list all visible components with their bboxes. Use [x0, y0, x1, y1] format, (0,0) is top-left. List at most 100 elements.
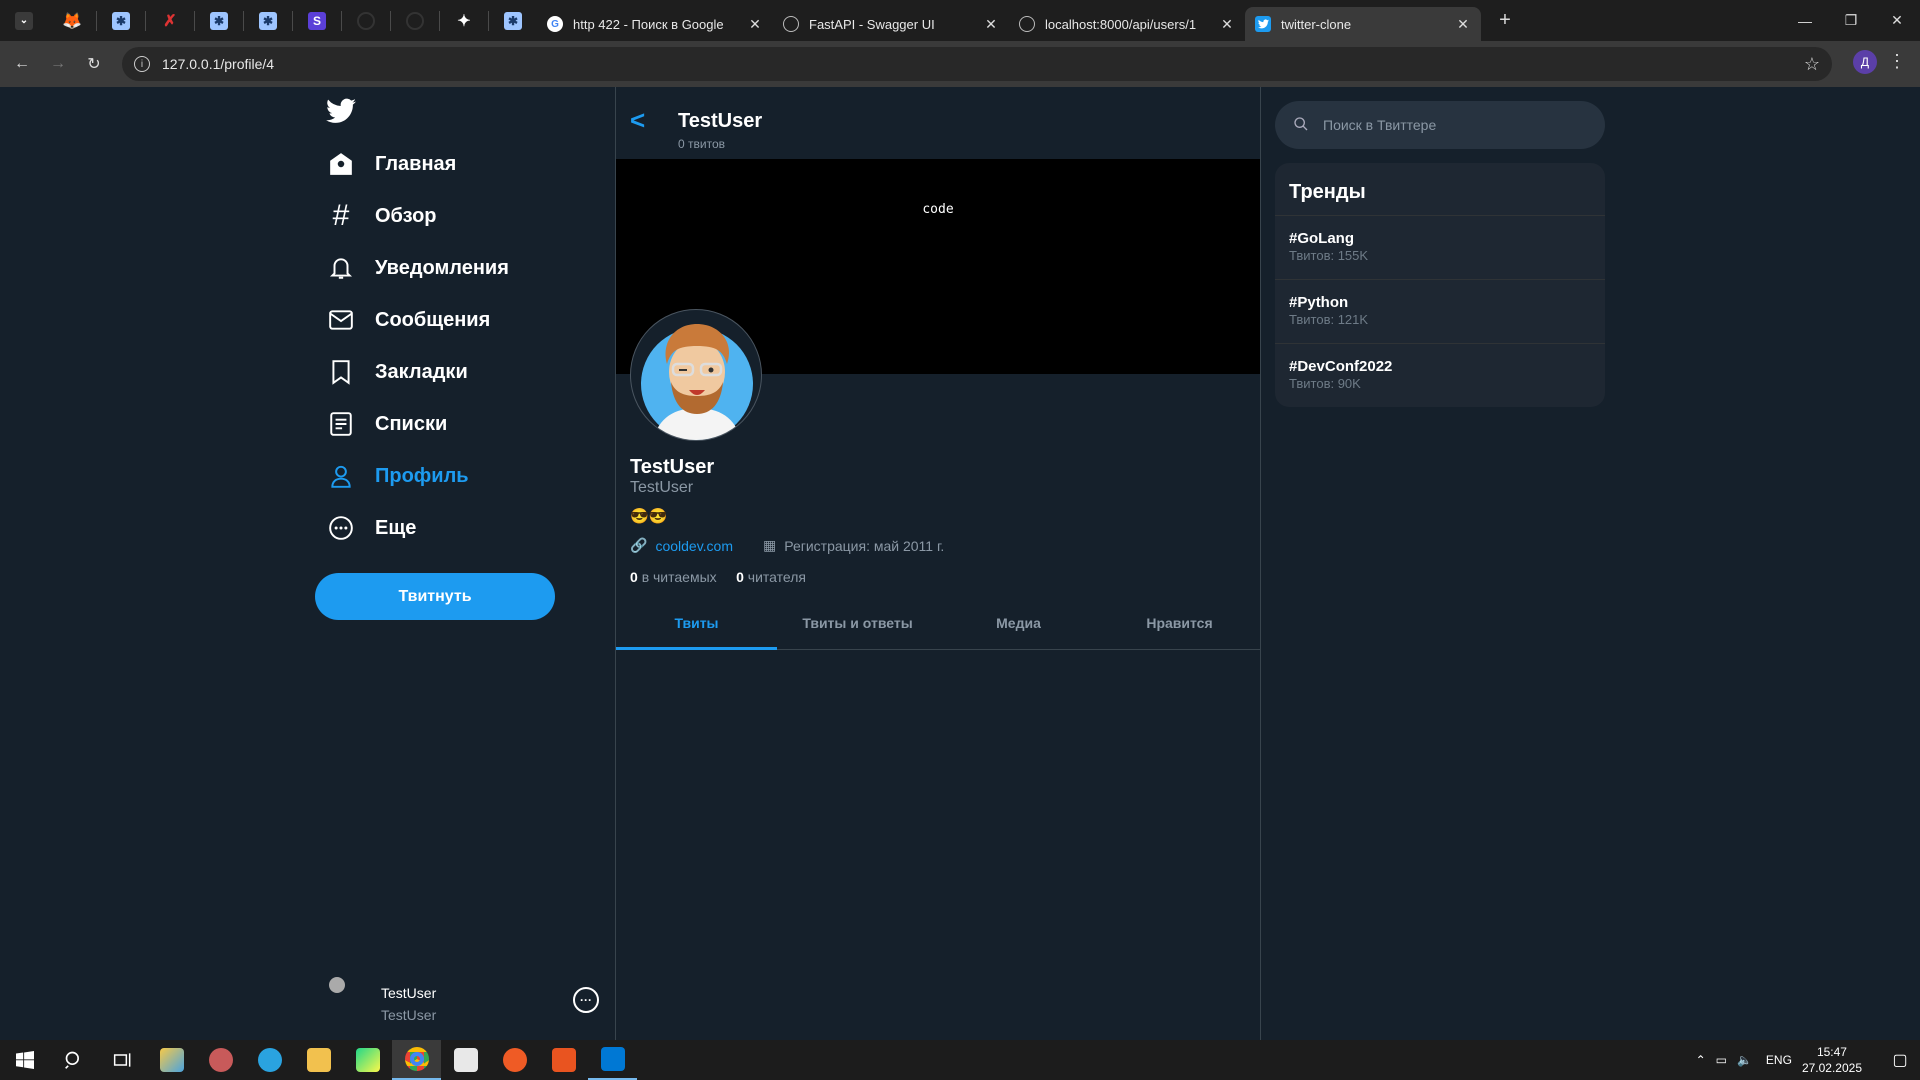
trend-item[interactable]: #DevConf2022 Твитов: 90K — [1275, 343, 1605, 407]
app-icon[interactable]: ✱ — [97, 0, 145, 41]
followers-stat[interactable]: 0 читателя — [736, 569, 806, 585]
ubuntu-icon[interactable] — [539, 1040, 588, 1080]
language-indicator[interactable]: ENG — [1766, 1053, 1792, 1067]
sparkle-icon[interactable]: ✦ — [440, 0, 488, 41]
profile-header: < TestUser 0 твитов — [616, 87, 1260, 159]
mail-icon — [325, 304, 357, 336]
nav-item-profile[interactable]: Профиль — [325, 456, 469, 496]
trends-title: Тренды — [1289, 181, 1366, 203]
windows-start-icon[interactable] — [0, 1040, 49, 1080]
clock-date: 27.02.2025 — [1801, 1061, 1862, 1075]
close-window-icon[interactable]: ✕ — [1874, 0, 1920, 41]
page-title: TestUser — [678, 110, 763, 132]
nav-label: Уведомления — [375, 256, 509, 279]
nav-item-notifications[interactable]: Уведомления — [325, 248, 509, 288]
github-icon[interactable] — [391, 0, 439, 41]
vscode-icon[interactable] — [588, 1040, 637, 1080]
nav-label: Списки — [375, 412, 448, 435]
notification-icon[interactable]: ▢ — [1880, 1050, 1920, 1070]
back-arrow-icon[interactable]: ← — [4, 46, 40, 82]
profile-website-link[interactable]: cooldev.com — [655, 538, 733, 554]
close-icon[interactable]: ✕ — [1455, 16, 1471, 33]
clock-time: 15:47 — [1816, 1045, 1847, 1059]
twitter-logo-icon[interactable] — [326, 97, 356, 125]
volume-icon[interactable]: 🔈 — [1737, 1053, 1752, 1067]
trend-count: Твитов: 90K — [1289, 376, 1361, 391]
task-view-icon[interactable] — [98, 1040, 147, 1080]
trend-item[interactable]: #Python Твитов: 121K — [1275, 279, 1605, 343]
account-switcher[interactable]: TestUser TestUser ··· — [326, 977, 606, 1032]
tab-list-icon[interactable]: ⌄ — [0, 0, 48, 41]
tab-title: twitter-clone — [1281, 16, 1352, 32]
close-icon[interactable]: ✕ — [983, 16, 999, 33]
minimize-icon[interactable]: — — [1782, 0, 1828, 41]
chevron-up-icon[interactable]: ⌃ — [1696, 1053, 1706, 1067]
new-tab-icon[interactable]: + — [1481, 0, 1529, 41]
nav-label: Закладки — [375, 360, 468, 383]
tab-tweets-replies[interactable]: Твиты и ответы — [777, 597, 938, 649]
following-stat[interactable]: 0 в читаемых — [630, 569, 717, 585]
tweet-count: 0 твитов — [678, 137, 725, 151]
avatar-illustration — [641, 324, 753, 440]
github-icon[interactable] — [342, 0, 390, 41]
nav-item-bookmarks[interactable]: Закладки — [325, 352, 468, 392]
profile-meta: 🔗 cooldev.com ▦ Регистрация: май 2011 г. — [630, 537, 944, 554]
s-icon[interactable]: S — [293, 0, 341, 41]
nav-item-lists[interactable]: Списки — [325, 404, 447, 444]
telegram-icon[interactable] — [245, 1040, 294, 1080]
close-icon[interactable]: ✕ — [747, 16, 763, 33]
tab-media[interactable]: Медиа — [938, 597, 1099, 649]
gitlab-icon[interactable]: 🦊 — [48, 0, 96, 41]
postman-icon[interactable] — [490, 1040, 539, 1080]
file-explorer-icon[interactable] — [294, 1040, 343, 1080]
back-arrow-icon[interactable]: < — [630, 105, 645, 136]
more-icon[interactable]: ··· — [573, 987, 599, 1013]
restore-icon[interactable]: ❐ — [1828, 0, 1874, 41]
app-icon[interactable]: ✱ — [489, 0, 537, 41]
browser-tab[interactable]: localhost:8000/api/users/1 ✕ — [1009, 7, 1245, 41]
clock[interactable]: 15:47 27.02.2025 — [1802, 1044, 1862, 1076]
nav-item-explore[interactable]: # Обзор — [325, 196, 437, 236]
reload-icon[interactable]: ↻ — [76, 46, 112, 82]
browser-tab[interactable]: FastAPI - Swagger UI ✕ — [773, 7, 1009, 41]
paint-icon[interactable] — [147, 1040, 196, 1080]
app-icon[interactable]: ✱ — [244, 0, 292, 41]
search-input[interactable]: Поиск в Твиттере — [1275, 101, 1605, 149]
close-icon[interactable]: ✕ — [1219, 16, 1235, 33]
chrome-icon[interactable] — [392, 1040, 441, 1080]
network-icon[interactable]: ▭ — [1716, 1053, 1727, 1067]
nav-label: Еще — [375, 516, 417, 539]
app-icon[interactable] — [441, 1040, 490, 1080]
app-icon[interactable] — [196, 1040, 245, 1080]
url-text: 127.0.0.1/profile/4 — [162, 56, 275, 72]
browser-tab-active[interactable]: twitter-clone ✕ — [1245, 7, 1481, 41]
window-controls: — ❐ ✕ — [1782, 0, 1920, 41]
trend-tag: #GoLang — [1289, 230, 1355, 247]
profile-avatar[interactable] — [630, 309, 762, 441]
profile-bio: 😎😎 — [630, 508, 668, 525]
site-info-icon[interactable]: i — [134, 56, 150, 72]
right-sidebar: Поиск в Твиттере Тренды #GoLang Твитов: … — [1261, 87, 1920, 1040]
search-placeholder: Поиск в Твиттере — [1323, 117, 1437, 133]
search-icon[interactable] — [49, 1040, 98, 1080]
browser-profile-avatar[interactable]: Д — [1853, 50, 1877, 74]
url-field[interactable]: i 127.0.0.1/profile/4 ☆ — [122, 47, 1832, 81]
browser-tab[interactable]: G http 422 - Поиск в Google ✕ — [537, 7, 773, 41]
tweet-button[interactable]: Твитнуть — [315, 573, 555, 620]
nav-label: Обзор — [375, 204, 437, 227]
profile-name: TestUser — [630, 456, 715, 478]
nav-item-messages[interactable]: Сообщения — [325, 300, 490, 340]
pycharm-icon[interactable] — [343, 1040, 392, 1080]
bookmark-star-icon[interactable]: ☆ — [1804, 54, 1820, 75]
app-icon[interactable]: ✱ — [195, 0, 243, 41]
x-icon[interactable]: ✗ — [146, 0, 194, 41]
forward-arrow-icon[interactable]: → — [40, 46, 76, 82]
browser-menu-icon[interactable]: ⋮ — [1888, 51, 1906, 72]
profile-tabs: Твиты Твиты и ответы Медиа Нравится — [616, 597, 1260, 650]
tab-tweets[interactable]: Твиты — [616, 597, 777, 650]
trend-item[interactable]: #GoLang Твитов: 155K — [1275, 215, 1605, 279]
hashtag-icon: # — [332, 199, 350, 232]
nav-item-home[interactable]: Главная — [325, 144, 456, 184]
tab-likes[interactable]: Нравится — [1099, 597, 1260, 649]
nav-item-more[interactable]: Еще — [325, 508, 416, 548]
